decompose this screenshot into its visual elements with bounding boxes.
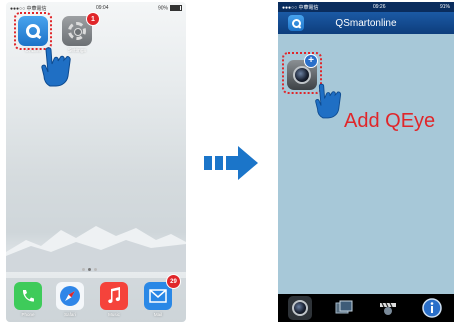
notification-badge: 1 — [86, 12, 100, 26]
phone-icon — [22, 290, 34, 302]
qsmartonline-icon — [291, 18, 301, 28]
page-dot — [94, 268, 97, 271]
carrier-label: ●●●○○ 中華電信 — [10, 5, 47, 12]
carrier-label: ●●●○○ 中華電信 — [282, 4, 319, 11]
add-qeye-label: Add QEye — [344, 110, 436, 132]
home-screen: ●●●○○ 中華電信 09:04 90% OnLine 1 Settings P… — [6, 2, 186, 322]
gear-icon — [68, 22, 86, 40]
phone-app-icon[interactable] — [14, 282, 42, 310]
battery-icon — [170, 4, 182, 11]
camera-tab[interactable] — [288, 296, 312, 320]
clock-label: 09:04 — [95, 5, 109, 11]
next-step-arrow-icon — [204, 146, 258, 180]
safari-app-icon[interactable] — [56, 282, 84, 310]
compass-icon — [60, 286, 80, 306]
app-logo-icon[interactable] — [288, 15, 304, 31]
page-indicator[interactable] — [82, 268, 97, 271]
page-dot-active — [88, 268, 91, 271]
mountain-wallpaper — [6, 226, 186, 272]
music-note-icon — [108, 287, 120, 304]
photos-tab[interactable] — [332, 296, 356, 320]
photos-tab-icon — [335, 300, 353, 314]
page-dot — [82, 268, 85, 271]
dock-label-phone: Phone — [21, 312, 35, 317]
battery-indicator: 90% — [157, 4, 182, 12]
info-tab[interactable] — [420, 296, 444, 320]
camera-tab-icon — [292, 300, 308, 316]
dock-label-mail: Mail — [153, 312, 163, 317]
camera-lens-icon — [293, 66, 311, 84]
battery-percent: 90% — [157, 5, 168, 12]
pointing-hand-icon — [41, 47, 71, 87]
mail-icon — [149, 289, 167, 303]
pointing-hand-icon — [315, 83, 342, 119]
video-tab[interactable] — [376, 296, 400, 320]
status-bar: ●●●○○ 中華電信 09:26 91% — [278, 2, 454, 12]
dock: Phone Safari Music 29 Mail — [6, 274, 186, 322]
tab-bar — [278, 294, 454, 322]
video-tab-icon — [380, 302, 396, 315]
plus-icon[interactable]: + — [304, 54, 318, 68]
clock-label: 09:26 — [372, 4, 386, 10]
music-app-icon[interactable] — [100, 282, 128, 310]
dock-label-safari: Safari — [64, 312, 76, 317]
dock-label-music: Music — [108, 312, 120, 317]
battery-percent: 91% — [439, 4, 450, 10]
info-tab-icon — [422, 298, 442, 318]
mail-badge: 29 — [166, 274, 181, 289]
tap-highlight — [14, 12, 52, 50]
app-header: QSmartonline — [278, 12, 454, 34]
app-screen: ●●●○○ 中華電信 09:26 91% QSmartonline + Add … — [278, 2, 454, 322]
app-title: QSmartonline — [335, 17, 397, 29]
